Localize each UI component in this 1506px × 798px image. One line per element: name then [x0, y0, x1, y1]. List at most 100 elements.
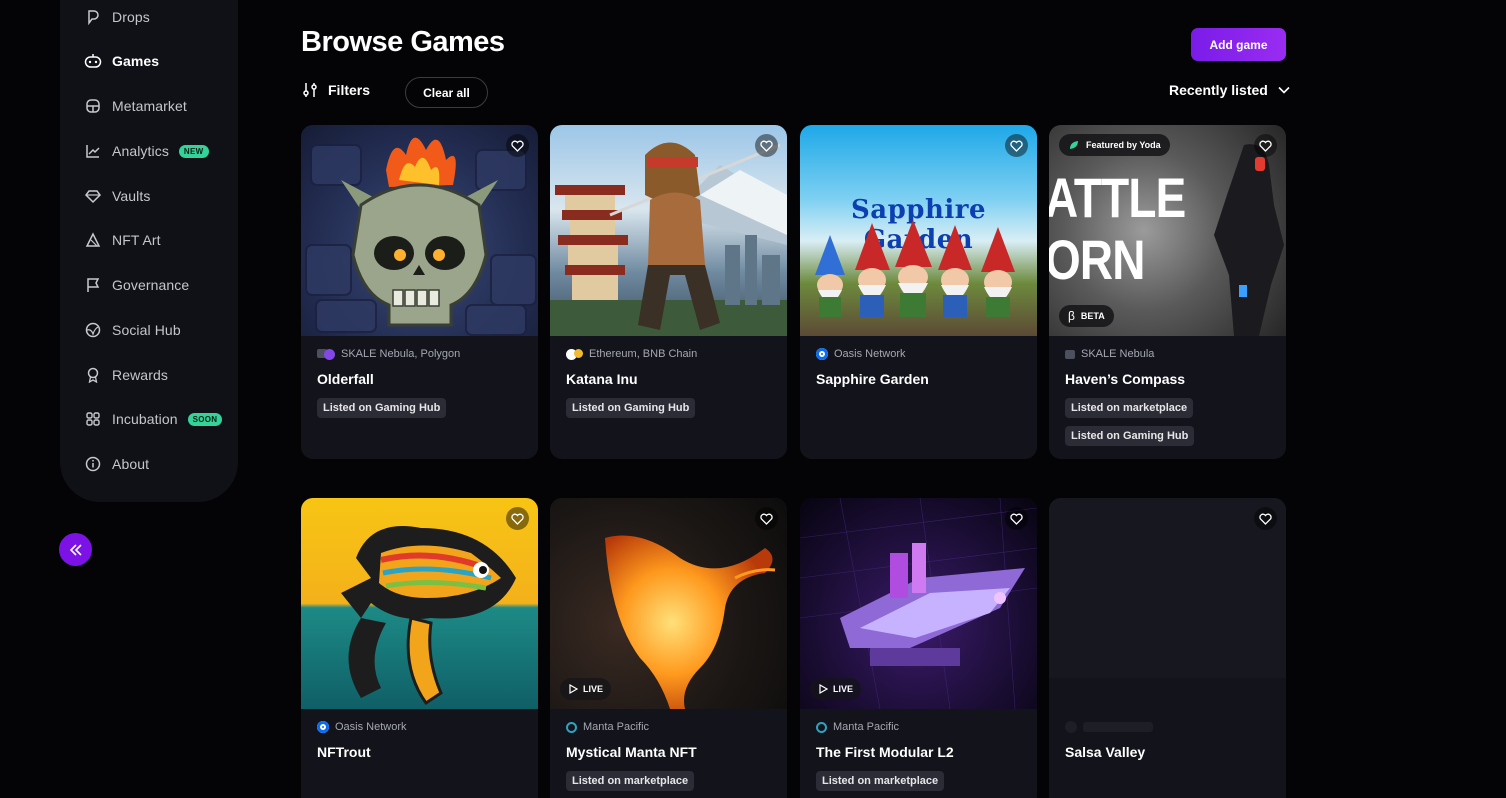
- game-card-first-modular-l2[interactable]: LIVE Manta Pacific The First Modular L2 …: [800, 498, 1037, 798]
- sidebar-item-drops[interactable]: Drops: [84, 5, 150, 29]
- favorite-button[interactable]: [506, 134, 529, 157]
- chain-name: Oasis Network: [335, 721, 407, 733]
- heart-icon: [760, 140, 773, 152]
- game-card-nftrout[interactable]: Oasis Network NFTrout: [301, 498, 538, 798]
- chain-label: Oasis Network: [317, 721, 407, 733]
- favorite-button[interactable]: [1254, 134, 1277, 157]
- game-thumbnail: [301, 125, 538, 336]
- diamond-icon: [84, 187, 102, 205]
- grid-icon: [84, 410, 102, 428]
- gnomes-artwork: [815, 220, 1015, 317]
- live-label: LIVE: [583, 684, 604, 694]
- page-title: Browse Games: [301, 26, 505, 58]
- sidebar-item-label: Rewards: [112, 367, 168, 383]
- sidebar: Drops Games Metamarket Analytics NEW Vau…: [60, 0, 238, 502]
- skull-artwork: [305, 137, 537, 336]
- heart-icon: [1259, 513, 1272, 525]
- sidebar-item-incubation[interactable]: Incubation SOON: [84, 407, 223, 431]
- game-thumbnail: [301, 498, 538, 709]
- gaming-hub-tag: Listed on Gaming Hub: [566, 398, 696, 418]
- gamepad-icon: [84, 52, 102, 70]
- chain-icon-placeholder: [1065, 721, 1077, 733]
- game-title: The First Modular L2: [816, 744, 954, 760]
- beta-icon: β: [1068, 309, 1075, 323]
- warrior-artwork: [550, 142, 787, 336]
- heart-icon: [1259, 140, 1272, 152]
- chain-name: Oasis Network: [834, 348, 906, 360]
- beta-label: BETA: [1080, 311, 1105, 321]
- sidebar-item-about[interactable]: About: [84, 452, 149, 476]
- game-card-salsa-valley[interactable]: Salsa Valley: [1049, 498, 1286, 798]
- game-title: Sapphire Garden: [816, 371, 929, 387]
- chain-label: Manta Pacific: [816, 721, 899, 733]
- chain-label: Oasis Network: [816, 348, 906, 360]
- game-thumbnail: Sapphire Garden: [800, 125, 1037, 336]
- sidebar-item-analytics[interactable]: Analytics NEW: [84, 139, 209, 163]
- game-card-mystical-manta[interactable]: LIVE Manta Pacific Mystical Manta NFT Li…: [550, 498, 787, 798]
- favorite-button[interactable]: [1005, 134, 1028, 157]
- drop-icon: [84, 8, 102, 26]
- favorite-button[interactable]: [506, 507, 529, 530]
- manta-pacific-icon: [566, 721, 577, 733]
- marketplace-tag: Listed on marketplace: [566, 771, 695, 791]
- live-badge: LIVE: [810, 678, 862, 700]
- skale-polygon-icon: [317, 348, 335, 360]
- fish-artwork: [341, 526, 516, 706]
- sidebar-item-label: Incubation: [112, 411, 178, 427]
- manta-pacific-icon: [816, 721, 827, 733]
- heart-icon: [760, 513, 773, 525]
- marketplace-tag: Listed on marketplace: [816, 771, 945, 791]
- sidebar-item-nft-art[interactable]: NFT Art: [84, 228, 161, 252]
- sidebar-item-label: Games: [112, 53, 160, 69]
- game-card-sapphire-garden[interactable]: Sapphire Garden Oasis Network Sapphire G…: [800, 125, 1037, 459]
- favorite-button[interactable]: [1254, 507, 1277, 530]
- sidebar-item-label: NFT Art: [112, 232, 161, 248]
- game-card-katana-inu[interactable]: Ethereum, BNB Chain Katana Inu Listed on…: [550, 125, 787, 459]
- chain-name: Manta Pacific: [583, 721, 650, 733]
- game-title: Katana Inu: [566, 371, 638, 387]
- sidebar-item-rewards[interactable]: Rewards: [84, 363, 168, 387]
- heart-icon: [511, 140, 524, 152]
- flag-icon: [84, 276, 102, 294]
- sidebar-item-label: Metamarket: [112, 98, 187, 114]
- heart-icon: [511, 513, 524, 525]
- sidebar-item-social-hub[interactable]: Social Hub: [84, 318, 181, 342]
- favorite-button[interactable]: [755, 507, 778, 530]
- gaming-hub-tag: Listed on Gaming Hub: [1065, 426, 1195, 446]
- sidebar-item-label: About: [112, 456, 150, 472]
- clear-all-button[interactable]: Clear all: [405, 77, 488, 108]
- store-icon: [84, 97, 102, 115]
- sort-dropdown[interactable]: Recently listed: [1169, 82, 1290, 98]
- favorite-button[interactable]: [1005, 507, 1028, 530]
- sort-label: Recently listed: [1169, 82, 1268, 98]
- oasis-icon: [317, 721, 329, 733]
- ethereum-bnb-icon: [566, 348, 583, 360]
- game-thumbnail: [550, 125, 787, 336]
- game-card-olderfall[interactable]: SKALE Nebula, Polygon Olderfall Listed o…: [301, 125, 538, 459]
- sidebar-item-games[interactable]: Games: [84, 49, 159, 73]
- heart-icon: [1010, 513, 1023, 525]
- chart-icon: [84, 142, 102, 160]
- filters-button[interactable]: Filters: [302, 81, 370, 99]
- filters-label: Filters: [328, 82, 371, 98]
- sidebar-item-governance[interactable]: Governance: [84, 273, 189, 297]
- game-card-havens-compass[interactable]: ATTLE ORN Featured by Yoda β BETA SKALE …: [1049, 125, 1286, 459]
- globe-icon: [84, 321, 102, 339]
- yoda-leaf-icon: [1070, 141, 1078, 149]
- chain-label: SKALE Nebula, Polygon: [317, 348, 460, 360]
- add-game-button[interactable]: Add game: [1191, 28, 1286, 61]
- favorite-button[interactable]: [755, 134, 778, 157]
- sidebar-item-vaults[interactable]: Vaults: [84, 184, 150, 208]
- game-title: Mystical Manta NFT: [566, 744, 697, 760]
- game-title: Olderfall: [317, 371, 374, 387]
- award-icon: [84, 366, 102, 384]
- sidebar-item-metamarket[interactable]: Metamarket: [84, 94, 187, 118]
- featured-badge: Featured by Yoda: [1059, 134, 1170, 156]
- collapse-sidebar-button[interactable]: [59, 533, 92, 566]
- play-icon: [569, 684, 578, 694]
- chain-name: Ethereum, BNB Chain: [589, 348, 698, 360]
- chain-label: SKALE Nebula: [1065, 348, 1154, 360]
- new-badge: NEW: [178, 144, 209, 158]
- sidebar-item-label: Drops: [112, 9, 150, 25]
- sliders-icon: [303, 83, 317, 97]
